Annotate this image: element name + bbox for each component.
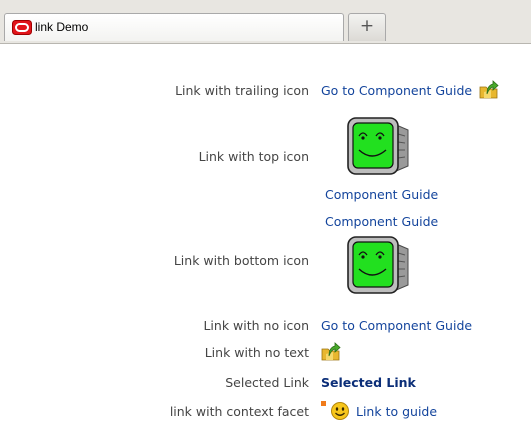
smiley-monitor-icon[interactable] [346,235,414,296]
label-trailing-icon: Link with trailing icon [175,83,309,98]
selected-link[interactable]: Selected Link [321,375,416,390]
tab-title: link Demo [35,20,89,34]
label-no-icon: Link with no icon [203,318,309,333]
label-selected-link: Selected Link [225,375,309,390]
link-trailing-icon[interactable]: Go to Component Guide [321,79,500,100]
browser-tab-strip: link Demo + [0,0,531,44]
oracle-logo-icon [12,20,32,35]
context-facet-marker-icon[interactable] [321,401,326,406]
label-bottom-icon: Link with bottom icon [173,253,309,268]
tab-link-demo[interactable]: link Demo [4,13,344,41]
label-top-icon: Link with top icon [198,149,309,164]
link-no-icon[interactable]: Go to Component Guide [321,318,472,333]
label-context-facet: link with context facet [169,404,309,419]
folder-arrow-icon [479,79,499,98]
new-tab-button[interactable]: + [348,13,386,41]
label-no-text: Link with no text [204,345,309,360]
link-top-icon-text[interactable]: Component Guide [325,187,438,202]
link-bottom-icon-text[interactable]: Component Guide [325,214,438,229]
link-context-facet[interactable]: Link to guide [356,404,437,419]
link-text[interactable]: Go to Component Guide [321,83,472,98]
tab-strip-divider [0,43,531,44]
folder-arrow-icon[interactable] [320,340,342,362]
smiley-face-icon [331,402,349,420]
smiley-monitor-icon[interactable] [346,116,414,177]
